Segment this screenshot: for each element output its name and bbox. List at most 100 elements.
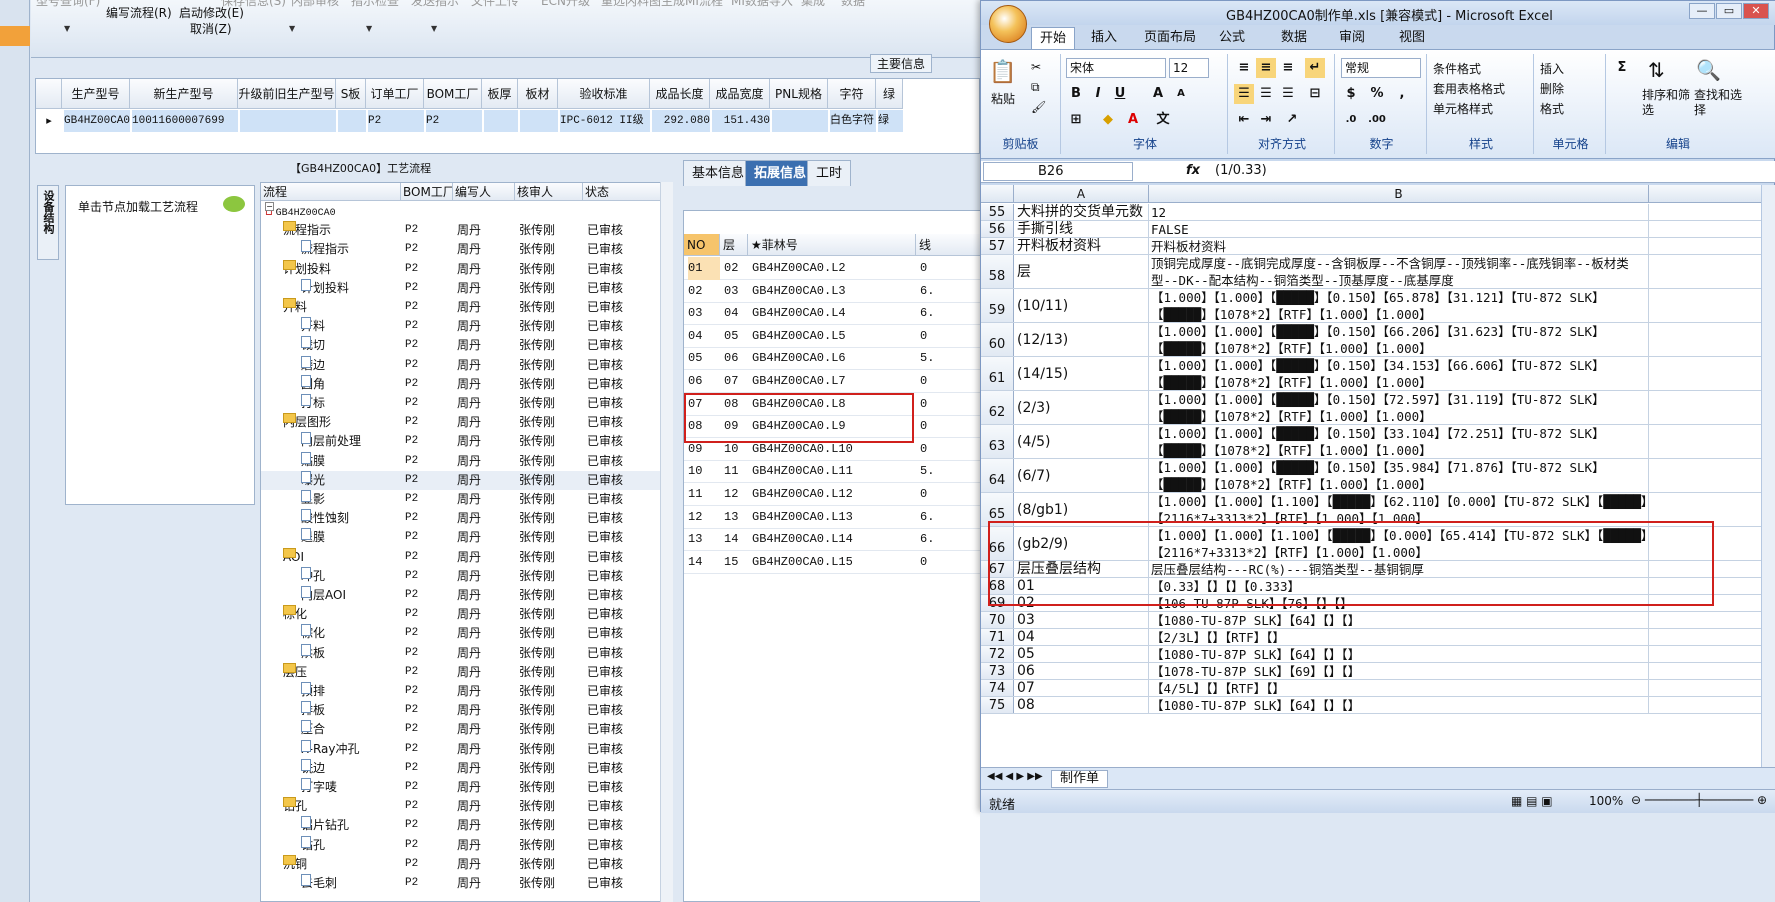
grid-column-header[interactable]: 成品长度 (650, 79, 710, 109)
tree-row[interactable]: 磨边 P2 周丹 张传刚 已审核 (261, 355, 661, 375)
font-size-box[interactable]: 12 (1169, 58, 1209, 78)
tree-row[interactable]: 计划投料 P2 周丹 张传刚 已审核 (261, 278, 661, 298)
sheet-nav-icon[interactable]: ◀◀ ◀ ▶ ▶▶ (987, 771, 1043, 782)
tree-row[interactable]: 排板 P2 周丹 张传刚 已审核 (261, 701, 661, 720)
film-row[interactable]: 04 05 GB4HZ00CA0.L5 0 (684, 325, 984, 348)
grid-cell[interactable] (520, 110, 558, 132)
cell-b[interactable]: 【1.000】【1.000】【█████】【0.150】【34.153】【66.… (1149, 357, 1649, 390)
zoom-slider[interactable]: ⊖ ───────┼─────── ⊕ (1631, 793, 1767, 807)
format-painter-icon[interactable]: 🖌 (1031, 100, 1046, 114)
increase-indent-icon[interactable]: ⇥ (1256, 110, 1276, 130)
faded-toolbar-item[interactable]: 集成 (801, 0, 825, 9)
orientation-icon[interactable]: ↗ (1282, 110, 1302, 130)
sheet-tab-zhizuodan[interactable]: 制作单 (1051, 770, 1109, 788)
align-center-icon[interactable]: ☰ (1256, 84, 1276, 104)
grid-cell[interactable] (240, 110, 336, 132)
faded-toolbar-item[interactable]: 生成MI流程 (661, 0, 723, 9)
tree-row[interactable]: −开料 P2 周丹 张传刚 已审核 (261, 298, 661, 317)
chat-bubble-icon[interactable] (223, 196, 245, 212)
grid-column-header[interactable]: BOM工厂 (424, 79, 482, 109)
fx-icon[interactable]: fx (1186, 163, 1200, 178)
tree-row[interactable]: 铣边 P2 周丹 张传刚 已审核 (261, 758, 661, 778)
excel-tab-0[interactable]: 开始 (1031, 27, 1076, 49)
paste-icon[interactable]: 📋 (989, 60, 1016, 85)
currency-icon[interactable]: $ (1341, 84, 1361, 104)
excel-tab-5[interactable]: 审阅 (1331, 27, 1373, 49)
paste-button[interactable]: 粘贴 (991, 90, 1015, 107)
cell-a[interactable]: 03 (1014, 612, 1149, 628)
sheet-vertical-scrollbar[interactable] (1761, 185, 1775, 767)
grid-column-header[interactable]: 板厚 (482, 79, 518, 109)
start-edit-button[interactable]: 启动修改(E) (179, 4, 244, 21)
row-number[interactable]: 70 (981, 612, 1014, 628)
row-number[interactable]: 63 (981, 425, 1014, 458)
align-right-icon[interactable]: ☰ (1278, 84, 1298, 104)
grid-cell[interactable]: 151.430 (712, 110, 770, 132)
faded-toolbar-item[interactable]: 重选内料图 (601, 0, 661, 9)
cancel-button[interactable]: 取消(Z) (190, 20, 232, 37)
write-flow-button[interactable]: 编写流程(R) (106, 4, 172, 21)
film-column-header[interactable]: 线 (916, 234, 984, 256)
film-row[interactable]: 02 03 GB4HZ00CA0.L3 6. (684, 280, 984, 303)
grid-cell[interactable]: 292.080 (652, 110, 710, 132)
film-row[interactable]: 13 14 GB4HZ00CA0.L14 6. (684, 528, 984, 552)
tree-row[interactable]: 打标 P2 周丹 张传刚 已审核 (261, 394, 661, 413)
tree-row[interactable]: 退膜 P2 周丹 张传刚 已审核 (261, 528, 661, 547)
row-number[interactable]: 73 (981, 663, 1014, 679)
row-number[interactable]: 61 (981, 357, 1014, 390)
table-format-button[interactable]: 套用表格格式 (1433, 80, 1505, 97)
grid-cell[interactable]: 10011600007699 (132, 110, 238, 132)
faded-toolbar-item[interactable]: 内部审核 (291, 0, 339, 9)
grid-column-header[interactable]: 绿 (876, 79, 903, 109)
cell-a[interactable]: 08 (1014, 697, 1149, 713)
tree-row[interactable]: 冲孔 P2 周丹 张传刚 已审核 (261, 566, 661, 586)
tree-row[interactable]: 去毛刺 P2 周丹 张传刚 已审核 (261, 874, 661, 893)
merge-icon[interactable]: ⊟ (1305, 84, 1325, 104)
row-number[interactable]: 74 (981, 680, 1014, 696)
tree-column-header[interactable]: BOM工厂 (401, 183, 453, 201)
grid-cell[interactable]: P2 (426, 110, 482, 132)
percent-icon[interactable]: % (1367, 84, 1387, 104)
grid-cell[interactable]: GB4HZ00CA0 (64, 110, 130, 132)
film-row[interactable]: 03 04 GB4HZ00CA0.L4 6. (684, 302, 984, 326)
grid-cell[interactable] (484, 110, 518, 132)
grid-column-header[interactable]: 验收标准 (558, 79, 650, 109)
grid-column-header[interactable]: PNL规格 (770, 79, 828, 109)
grid-cell[interactable]: 绿 (878, 110, 903, 132)
name-box[interactable]: B26 (983, 162, 1133, 181)
sort-filter-button[interactable]: 排序和筛选 (1642, 88, 1692, 118)
tab-extended[interactable]: 拓展信息 (745, 160, 816, 186)
wrap-text-icon[interactable]: ↵ (1305, 58, 1325, 78)
column-header-b[interactable]: B (1149, 185, 1649, 203)
excel-tab-6[interactable]: 视图 (1391, 27, 1433, 49)
sort-filter-icon[interactable]: ⇅ (1648, 58, 1665, 82)
row-number[interactable]: 58 (981, 255, 1014, 288)
film-row[interactable]: 10 11 GB4HZ00CA0.L11 5. (684, 460, 984, 484)
film-row[interactable]: 01 02 GB4HZ00CA0.L2 0 (684, 257, 984, 280)
tab-hours[interactable]: 工时 (807, 160, 852, 186)
tree-row[interactable]: 曝光 P2 周丹 张传刚 已审核 (261, 470, 661, 490)
tree-row[interactable]: −内层图形 P2 周丹 张传刚 已审核 (261, 413, 661, 432)
grid-column-header[interactable]: 板材 (518, 79, 558, 109)
tree-row[interactable]: 裁切 P2 周丹 张传刚 已审核 (261, 336, 661, 355)
film-row[interactable]: 11 12 GB4HZ00CA0.L12 0 (684, 483, 984, 506)
row-number[interactable]: 75 (981, 697, 1014, 713)
bold-icon[interactable]: B (1066, 84, 1086, 104)
tree-row[interactable]: 贴膜 P2 周丹 张传刚 已审核 (261, 451, 661, 471)
align-top-icon[interactable]: ≡ (1234, 58, 1254, 78)
autosum-icon[interactable]: Σ (1612, 58, 1632, 78)
row-number[interactable]: 56 (981, 221, 1014, 237)
formula-input[interactable]: (1/0.33) (1215, 163, 1267, 178)
tree-row[interactable]: 钻孔 P2 周丹 张传刚 已审核 (261, 835, 661, 855)
decrease-decimal-icon[interactable]: .00 (1367, 110, 1387, 130)
grid-column-header[interactable]: 生产型号 (62, 79, 130, 109)
faded-toolbar-item[interactable]: 文件上传 (471, 0, 519, 9)
cell-a[interactable]: 层 (1014, 255, 1149, 288)
cell-b[interactable]: 【1080-TU-87P SLK】【64】【】【】 (1149, 612, 1649, 628)
cell-b[interactable]: 【1.000】【1.000】【█████】【0.150】【35.984】【71.… (1149, 459, 1649, 492)
cell-a[interactable]: 大料拼的交货单元数 (1014, 204, 1149, 220)
tree-column-header[interactable]: 状态 (583, 183, 661, 201)
row-number[interactable]: 60 (981, 323, 1014, 356)
cell-b[interactable]: 顶铜完成厚度--底铜完成厚度--含铜板厚--不含铜厚--顶残铜率--底残铜率--… (1149, 255, 1649, 288)
tree-row[interactable]: −AOI P2 周丹 张传刚 已审核 (261, 547, 661, 567)
